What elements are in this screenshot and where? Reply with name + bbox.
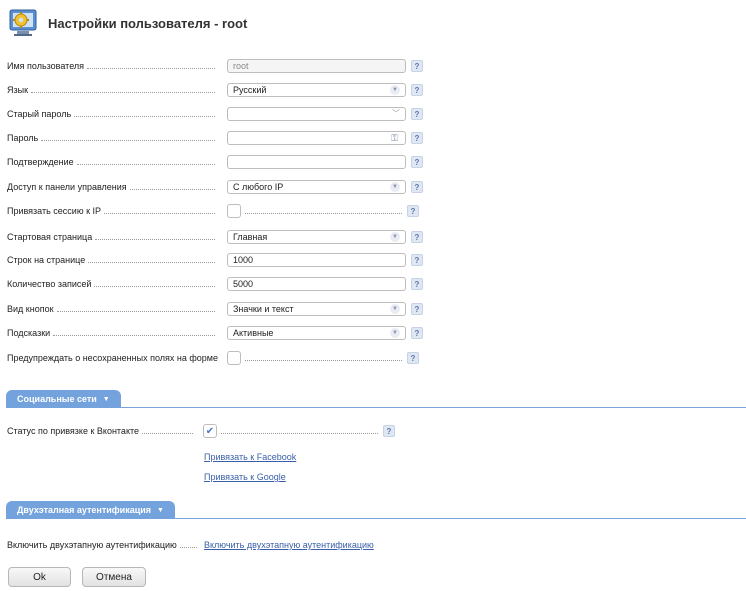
button-view-value: Значки и текст: [233, 304, 294, 314]
ok-button[interactable]: Ok: [8, 567, 71, 587]
rows-per-page-label: Строк на странице: [7, 255, 86, 265]
records-count-value: 5000: [233, 279, 254, 289]
records-count-input[interactable]: 5000: [227, 277, 406, 291]
link-enable-twofa[interactable]: Включить двухэтапную аутентификацию: [204, 540, 374, 550]
password-label: Пароль: [7, 133, 39, 143]
vk-status-row: Статус по привязке к Вконтакте ✔ ?: [7, 421, 395, 441]
chevron-down-icon: ▼: [102, 395, 110, 403]
section-social: Социальные сети ▼: [6, 388, 746, 408]
bind-session-ip-label: Привязать сессию к IP: [7, 206, 102, 216]
gear-monitor-icon: [9, 9, 37, 36]
warn-unsaved-help-icon[interactable]: ?: [407, 352, 419, 364]
cancel-button[interactable]: Отмена: [82, 567, 146, 587]
confirm-label: Подтверждение: [7, 157, 74, 167]
check-icon: ✔: [205, 425, 215, 437]
chevron-down-icon: ▼: [390, 182, 400, 192]
bind-session-ip-checkbox[interactable]: [227, 204, 241, 218]
records-count-label: Количество записей: [7, 279, 92, 289]
language-help-icon[interactable]: ?: [411, 84, 423, 96]
panel-access-help-icon[interactable]: ?: [411, 181, 423, 193]
twofa-row: Включить двухэтапную аутентификацию Вклю…: [7, 535, 374, 555]
confirm-help-icon[interactable]: ?: [411, 156, 423, 168]
chevron-down-icon: ▼: [157, 506, 164, 514]
section-twofa: Двухэталная аутентификация ▼: [6, 499, 746, 519]
chevron-down-icon: ▼: [390, 232, 400, 242]
chevron-down-icon: ﹀: [392, 109, 400, 118]
field-row-bind-session-ip: Привязать сессию к IP?: [7, 201, 419, 221]
field-row-button-view: Вид кнопок Значки и текст ▼?: [7, 299, 423, 319]
username-input[interactable]: root: [227, 59, 406, 73]
link-google[interactable]: Привязать к Google: [204, 472, 286, 482]
language-select[interactable]: Русский ▼: [227, 83, 406, 97]
chevron-down-icon: ▼: [390, 85, 400, 95]
username-help-icon[interactable]: ?: [411, 60, 423, 72]
field-row-hints: Подсказки Активные ▼?: [7, 323, 423, 343]
vk-status-checkbox[interactable]: ✔: [203, 424, 217, 438]
twofa-label: Включить двухэтапную аутентификацию: [7, 540, 177, 550]
twofa-section-title: Двухэталная аутентификация: [17, 505, 152, 515]
social-section-title: Социальные сети: [17, 394, 97, 404]
password-input[interactable]: ⚿: [227, 131, 406, 145]
old-password-help-icon[interactable]: ?: [411, 108, 423, 120]
vk-status-label: Статус по привязке к Вконтакте: [7, 426, 140, 436]
field-row-password: Пароль ⚿?: [7, 128, 423, 148]
twofa-section-toggle[interactable]: Двухэталная аутентификация ▼: [6, 501, 175, 519]
hints-select[interactable]: Активные ▼: [227, 326, 406, 340]
password-generator-icon[interactable]: ⚿: [389, 133, 400, 144]
field-row-records-count: Количество записей 5000?: [7, 274, 423, 294]
field-row-confirm: Подтверждение?: [7, 152, 423, 172]
start-page-label: Стартовая страница: [7, 232, 93, 242]
field-row-start-page: Стартовая страница Главная ▼?: [7, 227, 423, 247]
chevron-down-icon: ▼: [390, 328, 400, 338]
username-value: root: [233, 61, 249, 71]
language-value: Русский: [233, 85, 267, 95]
field-row-username: Имя пользователя root?: [7, 56, 423, 76]
confirm-input[interactable]: [227, 155, 406, 169]
panel-access-label: Доступ к панели управления: [7, 182, 127, 192]
button-view-label: Вид кнопок: [7, 304, 54, 314]
rows-per-page-input[interactable]: 1000: [227, 253, 406, 267]
records-count-help-icon[interactable]: ?: [411, 278, 423, 290]
warn-unsaved-label: Предупреждать о несохраненных полях на ф…: [7, 353, 218, 363]
button-view-help-icon[interactable]: ?: [411, 303, 423, 315]
hints-help-icon[interactable]: ?: [411, 327, 423, 339]
vk-help-icon[interactable]: ?: [383, 425, 395, 437]
hints-value: Активные: [233, 328, 274, 338]
field-row-language: Язык Русский ▼?: [7, 80, 423, 100]
page-title: Настройки пользователя - root: [48, 15, 248, 31]
start-page-help-icon[interactable]: ?: [411, 231, 423, 243]
field-row-old-password: Старый пароль ﹀?: [7, 104, 423, 124]
username-label: Имя пользователя: [7, 61, 85, 71]
old-password-select[interactable]: ﹀: [227, 107, 406, 121]
field-row-panel-access: Доступ к панели управления С любого IP ▼?: [7, 177, 423, 197]
panel-access-value: С любого IP: [233, 182, 284, 192]
panel-access-select[interactable]: С любого IP ▼: [227, 180, 406, 194]
social-section-toggle[interactable]: Социальные сети ▼: [6, 390, 121, 408]
rows-per-page-value: 1000: [233, 255, 254, 265]
language-label: Язык: [7, 85, 29, 95]
bind-session-ip-help-icon[interactable]: ?: [407, 205, 419, 217]
chevron-down-icon: ▼: [390, 304, 400, 314]
field-row-rows-per-page: Строк на странице 1000?: [7, 250, 423, 270]
field-row-warn-unsaved: Предупреждать о несохраненных полях на ф…: [7, 348, 419, 368]
warn-unsaved-checkbox[interactable]: [227, 351, 241, 365]
start-page-value: Главная: [233, 232, 268, 242]
button-view-select[interactable]: Значки и текст ▼: [227, 302, 406, 316]
start-page-select[interactable]: Главная ▼: [227, 230, 406, 244]
rows-per-page-help-icon[interactable]: ?: [411, 254, 423, 266]
old-password-label: Старый пароль: [7, 109, 72, 119]
hints-label: Подсказки: [7, 328, 51, 338]
page-header: Настройки пользователя - root: [8, 6, 247, 40]
link-facebook[interactable]: Привязать к Facebook: [204, 452, 296, 462]
password-help-icon[interactable]: ?: [411, 132, 423, 144]
